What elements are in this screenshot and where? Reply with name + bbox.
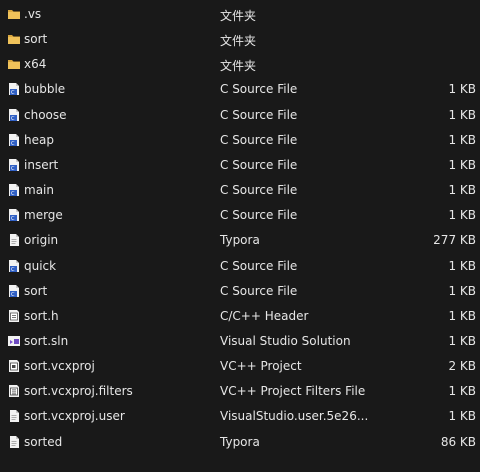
- file-name: heap: [24, 132, 54, 147]
- file-type: Typora: [220, 434, 260, 449]
- file-size: 277 KB: [433, 233, 476, 248]
- svg-text:C: C: [11, 216, 15, 222]
- file-row[interactable]: sorted Typora 86 KB: [0, 430, 480, 455]
- file-row[interactable]: origin Typora 277 KB: [0, 228, 480, 253]
- file-type: C/C++ Header: [220, 308, 309, 323]
- file-row[interactable]: Cinsert C Source File 1 KB: [0, 153, 480, 178]
- folder-icon: [7, 57, 21, 71]
- file-row[interactable]: Cmain C Source File 1 KB: [0, 178, 480, 203]
- svg-text:C: C: [11, 166, 15, 172]
- file-row[interactable]: sort.vcxproj.filters VC++ Project Filters…: [0, 379, 480, 404]
- header-file-icon: [7, 309, 21, 323]
- file-size: 1 KB: [448, 384, 476, 399]
- file-row[interactable]: sort.sln Visual Studio Solution 1 KB: [0, 329, 480, 354]
- file-type: C Source File: [220, 208, 298, 223]
- c-source-file-icon: C: [7, 108, 21, 122]
- file-name: choose: [24, 107, 67, 122]
- file-name: origin: [24, 233, 59, 248]
- file-size: 1 KB: [448, 132, 476, 147]
- file-type: C Source File: [220, 107, 298, 122]
- file-size: 1 KB: [448, 308, 476, 323]
- file-size: 1 KB: [448, 409, 476, 424]
- file-type: C Source File: [220, 183, 298, 198]
- visual-studio-solution-icon: [7, 334, 21, 348]
- file-row[interactable]: Cmerge C Source File 1 KB: [0, 203, 480, 228]
- file-size: 2 KB: [448, 359, 476, 374]
- file-type: VC++ Project Filters File: [220, 384, 366, 399]
- file-type: C Source File: [220, 258, 298, 273]
- file-size: 1 KB: [448, 283, 476, 298]
- svg-text:C: C: [11, 141, 15, 147]
- c-source-file-icon: C: [7, 183, 21, 197]
- vc-project-filters-icon: [7, 384, 21, 398]
- file-row[interactable]: sort.vcxproj.user VisualStudio.user.5e26.…: [0, 404, 480, 429]
- file-type: 文件夹: [220, 9, 257, 23]
- file-row[interactable]: .vs 文件夹: [0, 2, 480, 27]
- file-row[interactable]: x64 文件夹: [0, 52, 480, 77]
- file-size: 1 KB: [448, 258, 476, 273]
- folder-icon: [7, 32, 21, 46]
- file-name: main: [24, 183, 54, 198]
- file-row[interactable]: sort.vcxproj VC++ Project 2 KB: [0, 354, 480, 379]
- file-name: quick: [24, 258, 57, 273]
- file-row[interactable]: sort 文件夹: [0, 27, 480, 52]
- file-type: VC++ Project: [220, 359, 302, 374]
- file-type: C Source File: [220, 157, 298, 172]
- file-row[interactable]: Cbubble C Source File 1 KB: [0, 77, 480, 102]
- file-name: merge: [24, 208, 63, 223]
- file-size: 1 KB: [448, 208, 476, 223]
- c-source-file-icon: C: [7, 259, 21, 273]
- file-type: C Source File: [220, 132, 298, 147]
- file-row[interactable]: Cquick C Source File 1 KB: [0, 254, 480, 279]
- svg-text:C: C: [11, 292, 15, 298]
- file-list: .vs 文件夹 sort 文件夹 x64 文件夹 Cbubble C Source File 1…: [0, 0, 480, 472]
- file-size: 1 KB: [448, 333, 476, 348]
- file-name: insert: [24, 157, 59, 172]
- file-name: .vs: [24, 7, 42, 21]
- text-document-icon: [7, 409, 21, 423]
- file-name: sort.vcxproj: [24, 359, 95, 374]
- file-name: sort.h: [24, 308, 59, 323]
- c-source-file-icon: C: [7, 82, 21, 96]
- file-name: sort: [24, 32, 48, 47]
- c-source-file-icon: C: [7, 133, 21, 147]
- file-name: sort.sln: [24, 333, 69, 348]
- file-type: 文件夹: [220, 59, 257, 74]
- file-name: sort: [24, 283, 48, 298]
- file-name: x64: [24, 57, 47, 72]
- folder-icon: [7, 7, 21, 21]
- file-size: 1 KB: [448, 82, 476, 97]
- text-document-icon: [7, 435, 21, 449]
- file-type: Typora: [220, 233, 260, 248]
- file-row[interactable]: Cheap C Source File 1 KB: [0, 128, 480, 153]
- file-name: sort.vcxproj.user: [24, 409, 125, 424]
- file-type: C Source File: [220, 283, 298, 298]
- svg-text:C: C: [11, 90, 15, 96]
- file-name: sort.vcxproj.filters: [24, 384, 133, 399]
- svg-text:C: C: [11, 191, 15, 197]
- file-name: bubble: [24, 82, 66, 97]
- vc-project-icon: [7, 359, 21, 373]
- file-size: 86 KB: [440, 434, 476, 449]
- file-type: 文件夹: [220, 34, 257, 49]
- svg-text:C: C: [11, 116, 15, 122]
- svg-text:C: C: [11, 267, 15, 273]
- c-source-file-icon: C: [7, 158, 21, 172]
- file-type: Visual Studio Solution: [220, 333, 351, 348]
- text-document-icon: [7, 233, 21, 247]
- file-row[interactable]: Cchoose C Source File 1 KB: [0, 103, 480, 128]
- file-size: 1 KB: [448, 157, 476, 172]
- file-type: C Source File: [220, 82, 298, 97]
- c-source-file-icon: C: [7, 208, 21, 222]
- file-name: sorted: [24, 434, 63, 449]
- file-size: 1 KB: [448, 183, 476, 198]
- file-size: 1 KB: [448, 107, 476, 122]
- file-type: VisualStudio.user.5e26...: [220, 409, 369, 424]
- file-row[interactable]: sort.h C/C++ Header 1 KB: [0, 304, 480, 329]
- c-source-file-icon: C: [7, 284, 21, 298]
- file-row[interactable]: Csort C Source File 1 KB: [0, 279, 480, 304]
